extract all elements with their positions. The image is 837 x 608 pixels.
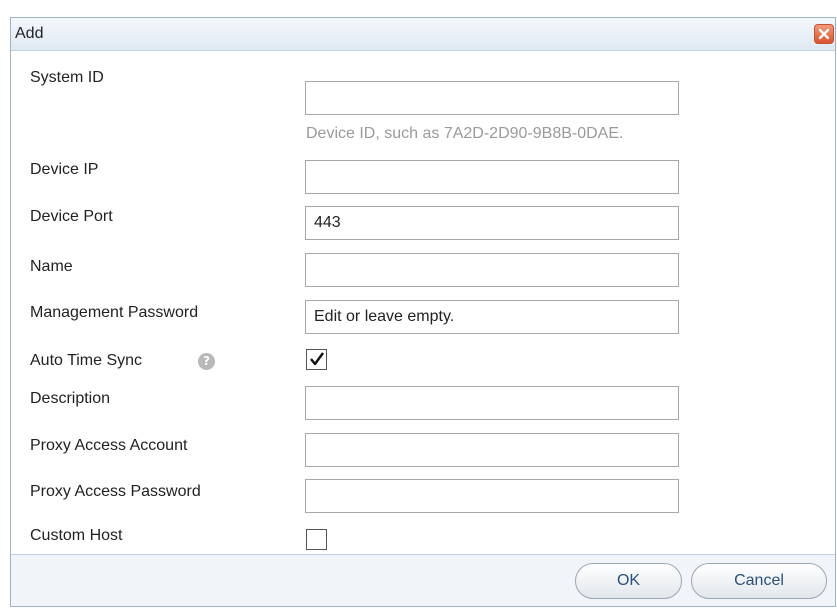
- proxy-access-account-input[interactable]: [305, 433, 679, 467]
- device-ip-label: Device IP: [30, 161, 99, 178]
- management-password-label: Management Password: [30, 304, 199, 321]
- proxy-access-password-input[interactable]: [305, 479, 679, 513]
- name-label: Name: [30, 258, 73, 275]
- system-id-input[interactable]: [305, 81, 679, 115]
- proxy-access-password-label: Proxy Access Password: [30, 483, 201, 500]
- custom-host-checkbox[interactable]: [306, 529, 327, 550]
- system-id-hint: Device ID, such as 7A2D-2D90-9B8B-0DAE.: [306, 125, 624, 142]
- dialog-form: System ID Device ID, such as 7A2D-2D90-9…: [11, 51, 835, 555]
- system-id-label: System ID: [30, 69, 104, 86]
- help-icon[interactable]: ?: [198, 353, 215, 370]
- name-input[interactable]: [305, 253, 679, 287]
- device-ip-input[interactable]: [305, 160, 679, 194]
- device-port-label: Device Port: [30, 208, 113, 225]
- close-icon[interactable]: [814, 24, 834, 44]
- description-input[interactable]: [305, 386, 679, 420]
- dialog-titlebar: Add: [11, 18, 835, 51]
- dialog-title: Add: [15, 25, 44, 42]
- auto-time-sync-label: Auto Time Sync: [30, 352, 143, 369]
- description-label: Description: [30, 390, 111, 407]
- add-device-dialog: Add System ID Device ID, such as 7A2D-2D…: [10, 17, 836, 607]
- proxy-access-account-label: Proxy Access Account: [30, 437, 188, 454]
- cancel-button[interactable]: Cancel: [691, 563, 827, 599]
- ok-button[interactable]: OK: [575, 563, 682, 599]
- dialog-footer: OK Cancel: [11, 554, 835, 606]
- device-port-input[interactable]: [305, 206, 679, 240]
- custom-host-label: Custom Host: [30, 527, 123, 544]
- management-password-input[interactable]: [305, 300, 679, 334]
- auto-time-sync-checkbox[interactable]: [306, 349, 327, 370]
